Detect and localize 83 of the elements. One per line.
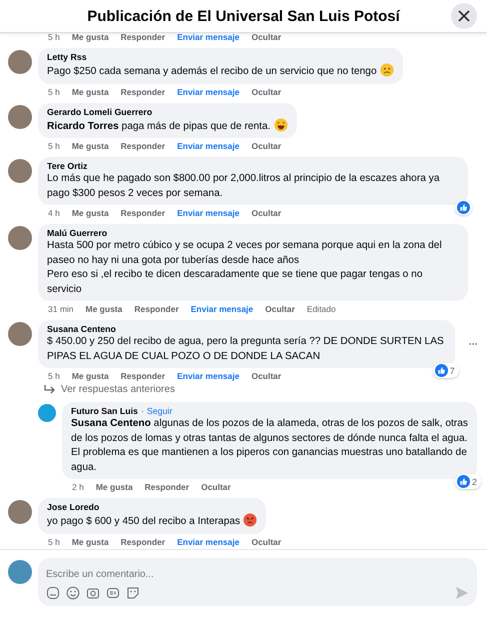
comment-action[interactable]: Ocultar xyxy=(251,536,282,546)
avatar[interactable] xyxy=(8,560,32,584)
close-button[interactable] xyxy=(451,3,477,29)
comment-action: 5 h xyxy=(48,371,60,381)
comment-action[interactable]: Enviar mensaje xyxy=(177,371,240,381)
comment-action[interactable]: Responder xyxy=(120,86,166,96)
comment-action[interactable]: Ocultar xyxy=(251,141,282,151)
comment-text: Susana Centeno algunas de los pozos de la alameda, otras de los pozos de salk, otras de los pozos de lomas y otras tantas de algunos sectores de dónde nunca falta el agua. El problema es que mantienen a los piperos con ganancias muestras uno batallando de agua. xyxy=(71,418,468,472)
comment-action[interactable]: Me gusta xyxy=(72,141,109,151)
comment-action[interactable]: Responder xyxy=(120,208,166,218)
reaction-badge[interactable]: 7 xyxy=(432,363,459,378)
author-name[interactable]: Gerardo Lomeli Guerrero xyxy=(47,106,152,116)
comment-action[interactable]: Responder xyxy=(120,371,166,381)
comment-action[interactable]: Ocultar xyxy=(201,482,231,492)
avatar[interactable] xyxy=(8,159,32,183)
comment-action: 5 h xyxy=(48,536,60,546)
gif-icon[interactable] xyxy=(106,586,120,600)
like-icon xyxy=(457,201,470,214)
avatar[interactable] xyxy=(8,104,32,128)
comment-action[interactable]: Ocultar xyxy=(251,33,282,42)
close-icon xyxy=(458,10,470,22)
view-previous-replies-link[interactable]: Ver respuestas anteriores xyxy=(38,383,477,398)
comment-action[interactable]: Enviar mensaje xyxy=(177,33,240,42)
avatar[interactable] xyxy=(8,500,32,524)
avatar[interactable] xyxy=(8,226,32,250)
sticker-icon[interactable] xyxy=(46,586,60,600)
comment-action[interactable]: Ocultar xyxy=(251,208,282,218)
comment-action[interactable]: Me gusta xyxy=(72,86,109,96)
comment-action[interactable]: Enviar mensaje xyxy=(177,141,240,151)
comment-text: yo pago $ 600 y 450 del recibo a Interapas xyxy=(47,516,240,527)
comment-action: Editado xyxy=(306,304,336,314)
avatar[interactable] xyxy=(8,322,32,346)
comment-input[interactable]: Escribe un comentario... xyxy=(46,567,469,586)
author-name[interactable]: Tere Ortiz xyxy=(47,161,88,171)
author-name[interactable]: Susana Centeno xyxy=(47,324,116,334)
comment-text: Ricardo Torres paga más de pipas que de renta. xyxy=(47,120,271,132)
comment-action[interactable]: Me gusta xyxy=(72,33,109,42)
separator-dot: · xyxy=(140,406,144,416)
like-icon xyxy=(456,475,470,488)
comment-action: 5 h xyxy=(48,33,60,42)
comment-action[interactable]: Enviar mensaje xyxy=(190,304,254,314)
more-options-icon[interactable] xyxy=(468,342,477,346)
comment-action: 2 h xyxy=(72,482,84,492)
reaction-badge[interactable] xyxy=(455,200,472,215)
dialog-title: Publicación de El Universal San Luis Potosí xyxy=(86,8,402,24)
comment-text: Lo más que he pagado son $800.00 por 2,000.litros al principio de la escazes ahora ya pago $300 pesos 2 veces por semana. xyxy=(47,173,440,198)
author-name[interactable]: Jose Loredo xyxy=(47,502,100,512)
comment-action[interactable]: Ocultar xyxy=(251,371,282,381)
comment-action[interactable]: Responder xyxy=(120,33,166,42)
comment-field[interactable]: Escribe un comentario... xyxy=(38,558,477,606)
author-name[interactable]: Letty Rss xyxy=(47,52,87,62)
like-icon xyxy=(434,364,448,377)
comment-action[interactable]: Me gusta xyxy=(72,371,109,381)
comment-action[interactable]: Enviar mensaje xyxy=(177,536,240,546)
comment-action[interactable]: Me gusta xyxy=(86,304,122,314)
follow-link[interactable]: Seguir xyxy=(146,406,172,416)
sticker-face-icon[interactable] xyxy=(126,586,140,600)
comment-action[interactable]: Responder xyxy=(134,304,179,314)
comment-text: $ 450.00 y 250 del recibo de agua, pero la pregunta sería ?? DE DONDE SURTEN LAS PIPAS EL AGUA DE CUAL POZO O DE DONDE LA SACAN xyxy=(47,336,444,362)
comment-action[interactable]: Enviar mensaje xyxy=(177,86,240,96)
comment-action[interactable]: Enviar mensaje xyxy=(177,208,240,218)
comment-action[interactable]: Ocultar xyxy=(251,86,282,96)
reaction-badge[interactable]: 2 xyxy=(454,474,481,489)
comment-action: 5 h xyxy=(48,86,60,96)
author-name[interactable]: Futuro San Luis xyxy=(71,406,138,416)
comment-action[interactable]: Ocultar xyxy=(265,304,295,314)
comment-action[interactable]: Me gusta xyxy=(96,482,133,492)
emoji-icon[interactable] xyxy=(66,586,80,600)
avatar[interactable] xyxy=(38,404,56,422)
comment-text: Pago $250 cada semana y además el recibo de un servicio que no tengo xyxy=(47,66,377,77)
avatar[interactable] xyxy=(8,50,32,74)
comment-action: 5 h xyxy=(48,141,60,151)
comment-action: 4 h xyxy=(48,208,60,218)
comment-action: 31 min xyxy=(48,304,74,314)
comment-text: Hasta 500 por metro cúbico y se ocupa 2 veces por semana porque aqui en la zona del paseo no hay ni una gota por tuberías desde hace años Pero eso si ,el recibo te dicen descaradamente que se tiene que pagar tengas o no servicio xyxy=(47,240,442,294)
author-name[interactable]: Malú Guerrero xyxy=(47,228,108,238)
comment-action[interactable]: Me gusta xyxy=(72,208,109,218)
comment-action[interactable]: Responder xyxy=(144,482,190,492)
reply-arrow-icon xyxy=(44,384,56,394)
camera-icon[interactable] xyxy=(86,586,100,600)
comment-action[interactable]: Responder xyxy=(120,141,166,151)
comment-action[interactable]: Responder xyxy=(120,536,166,546)
comment-action[interactable]: Me gusta xyxy=(72,536,109,546)
